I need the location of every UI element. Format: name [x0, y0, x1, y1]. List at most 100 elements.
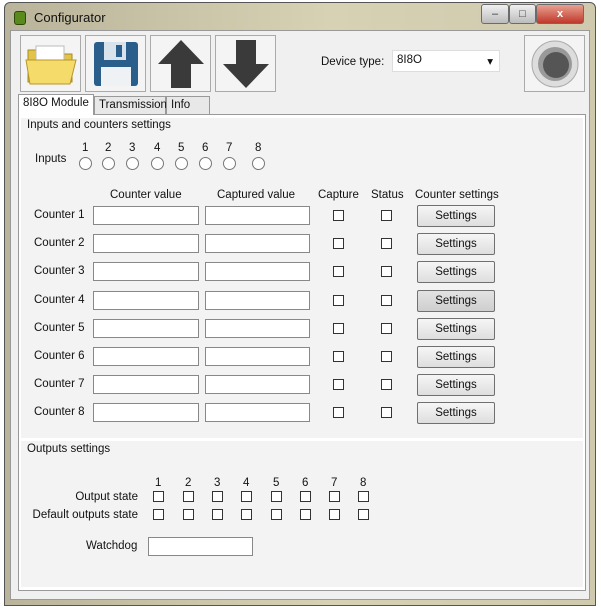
watchdog-label: Watchdog: [86, 540, 138, 552]
counter-value-input[interactable]: [93, 347, 199, 366]
floppy-disk-icon: [93, 41, 138, 86]
output-state-checkbox[interactable]: [153, 491, 164, 502]
input-number: 1: [82, 142, 89, 154]
output-state-checkbox[interactable]: [300, 491, 311, 502]
maximize-button[interactable]: □: [509, 4, 536, 24]
default-output-checkbox[interactable]: [300, 509, 311, 520]
input-number: 8: [255, 142, 262, 154]
counter-settings-button[interactable]: Settings: [417, 402, 495, 425]
default-output-checkbox[interactable]: [241, 509, 252, 520]
output-state-checkbox[interactable]: [212, 491, 223, 502]
counter-value-input[interactable]: [93, 375, 199, 395]
captured-value-input[interactable]: [205, 403, 310, 423]
counter-settings-button[interactable]: Settings: [417, 205, 495, 227]
counter-settings-button[interactable]: Settings: [417, 261, 495, 284]
minimize-button[interactable]: –: [481, 4, 509, 24]
captured-value-input[interactable]: [205, 375, 310, 395]
default-output-checkbox[interactable]: [153, 509, 164, 520]
connect-button[interactable]: [524, 35, 585, 92]
tab-info[interactable]: Info: [166, 96, 210, 115]
capture-checkbox[interactable]: [333, 351, 344, 362]
device-type-value: 8I8O: [397, 54, 422, 66]
device-type-select[interactable]: 8I8O ▾: [392, 50, 500, 72]
chevron-down-icon: ▾: [487, 56, 493, 68]
output-number: 5: [273, 477, 280, 489]
counter-label: Counter 1: [34, 209, 85, 221]
tab-8i8o-module[interactable]: 8I8O Module: [18, 94, 94, 115]
arrow-up-icon: [157, 39, 204, 88]
input-indicator: [126, 157, 139, 170]
counter-label: Counter 3: [34, 265, 85, 278]
upload-button[interactable]: [150, 35, 211, 92]
capture-checkbox[interactable]: [333, 407, 344, 419]
tab-transmission[interactable]: Transmission: [94, 96, 167, 115]
counter-settings-button[interactable]: Settings: [417, 233, 495, 256]
app-icon: [14, 11, 26, 25]
output-state-checkbox[interactable]: [358, 491, 369, 502]
captured-value-input[interactable]: [205, 318, 310, 338]
captured-value-input[interactable]: [205, 290, 310, 310]
status-checkbox[interactable]: [381, 238, 392, 250]
counter-value-input[interactable]: [93, 234, 199, 254]
counter-settings-button[interactable]: Settings: [417, 317, 495, 340]
capture-checkbox[interactable]: [333, 294, 344, 306]
input-indicator: [102, 157, 115, 170]
counter-settings-button[interactable]: Settings: [417, 374, 495, 397]
default-output-checkbox[interactable]: [183, 509, 194, 520]
col-counter-value: Counter value: [110, 189, 182, 201]
save-button[interactable]: [85, 35, 146, 92]
capture-checkbox[interactable]: [333, 379, 344, 391]
input-number: 4: [154, 142, 161, 154]
input-number: 5: [178, 142, 185, 154]
input-number: 2: [105, 142, 112, 154]
download-button[interactable]: [215, 35, 276, 92]
status-checkbox[interactable]: [381, 294, 392, 306]
status-checkbox[interactable]: [381, 407, 392, 419]
capture-checkbox[interactable]: [333, 266, 344, 278]
status-checkbox[interactable]: [381, 322, 392, 334]
col-status: Status: [371, 189, 404, 201]
default-output-checkbox[interactable]: [358, 509, 369, 520]
output-state-checkbox[interactable]: [271, 491, 282, 502]
capture-checkbox[interactable]: [333, 210, 344, 221]
output-number: 2: [185, 477, 192, 489]
counter-value-input[interactable]: [93, 318, 199, 338]
output-state-checkbox[interactable]: [329, 491, 340, 502]
counter-value-input[interactable]: [93, 206, 199, 225]
status-checkbox[interactable]: [381, 210, 392, 221]
captured-value-input[interactable]: [205, 347, 310, 366]
close-button[interactable]: x: [536, 4, 584, 24]
counter-label: Counter 6: [34, 350, 85, 362]
power-button-icon: [531, 40, 578, 87]
open-button[interactable]: [20, 35, 81, 92]
capture-checkbox[interactable]: [333, 238, 344, 250]
captured-value-input[interactable]: [205, 206, 310, 225]
counter-value-input[interactable]: [93, 290, 199, 310]
input-indicator: [79, 157, 92, 170]
output-state-checkbox[interactable]: [183, 491, 194, 502]
captured-value-input[interactable]: [205, 234, 310, 254]
counter-value-input[interactable]: [93, 403, 199, 423]
device-type-label: Device type:: [321, 56, 385, 68]
status-checkbox[interactable]: [381, 266, 392, 278]
captured-value-input[interactable]: [205, 262, 310, 282]
default-outputs-state-label: Default outputs state: [32, 509, 138, 521]
default-output-checkbox[interactable]: [212, 509, 223, 520]
output-number: 1: [155, 477, 162, 489]
outputs-group-title: Outputs settings: [27, 443, 111, 455]
status-checkbox[interactable]: [381, 379, 392, 391]
default-output-checkbox[interactable]: [271, 509, 282, 520]
counter-label: Counter 5: [34, 321, 85, 334]
col-capture: Capture: [318, 189, 359, 201]
counter-label: Counter 2: [34, 237, 85, 250]
status-checkbox[interactable]: [381, 351, 392, 362]
output-state-checkbox[interactable]: [241, 491, 252, 502]
watchdog-input[interactable]: [148, 537, 253, 556]
default-output-checkbox[interactable]: [329, 509, 340, 520]
input-indicator: [223, 157, 236, 170]
counter-settings-button[interactable]: Settings: [417, 346, 495, 368]
counter-settings-button[interactable]: Settings: [417, 289, 495, 312]
input-number: 3: [129, 142, 136, 154]
counter-value-input[interactable]: [93, 262, 199, 282]
capture-checkbox[interactable]: [333, 322, 344, 334]
